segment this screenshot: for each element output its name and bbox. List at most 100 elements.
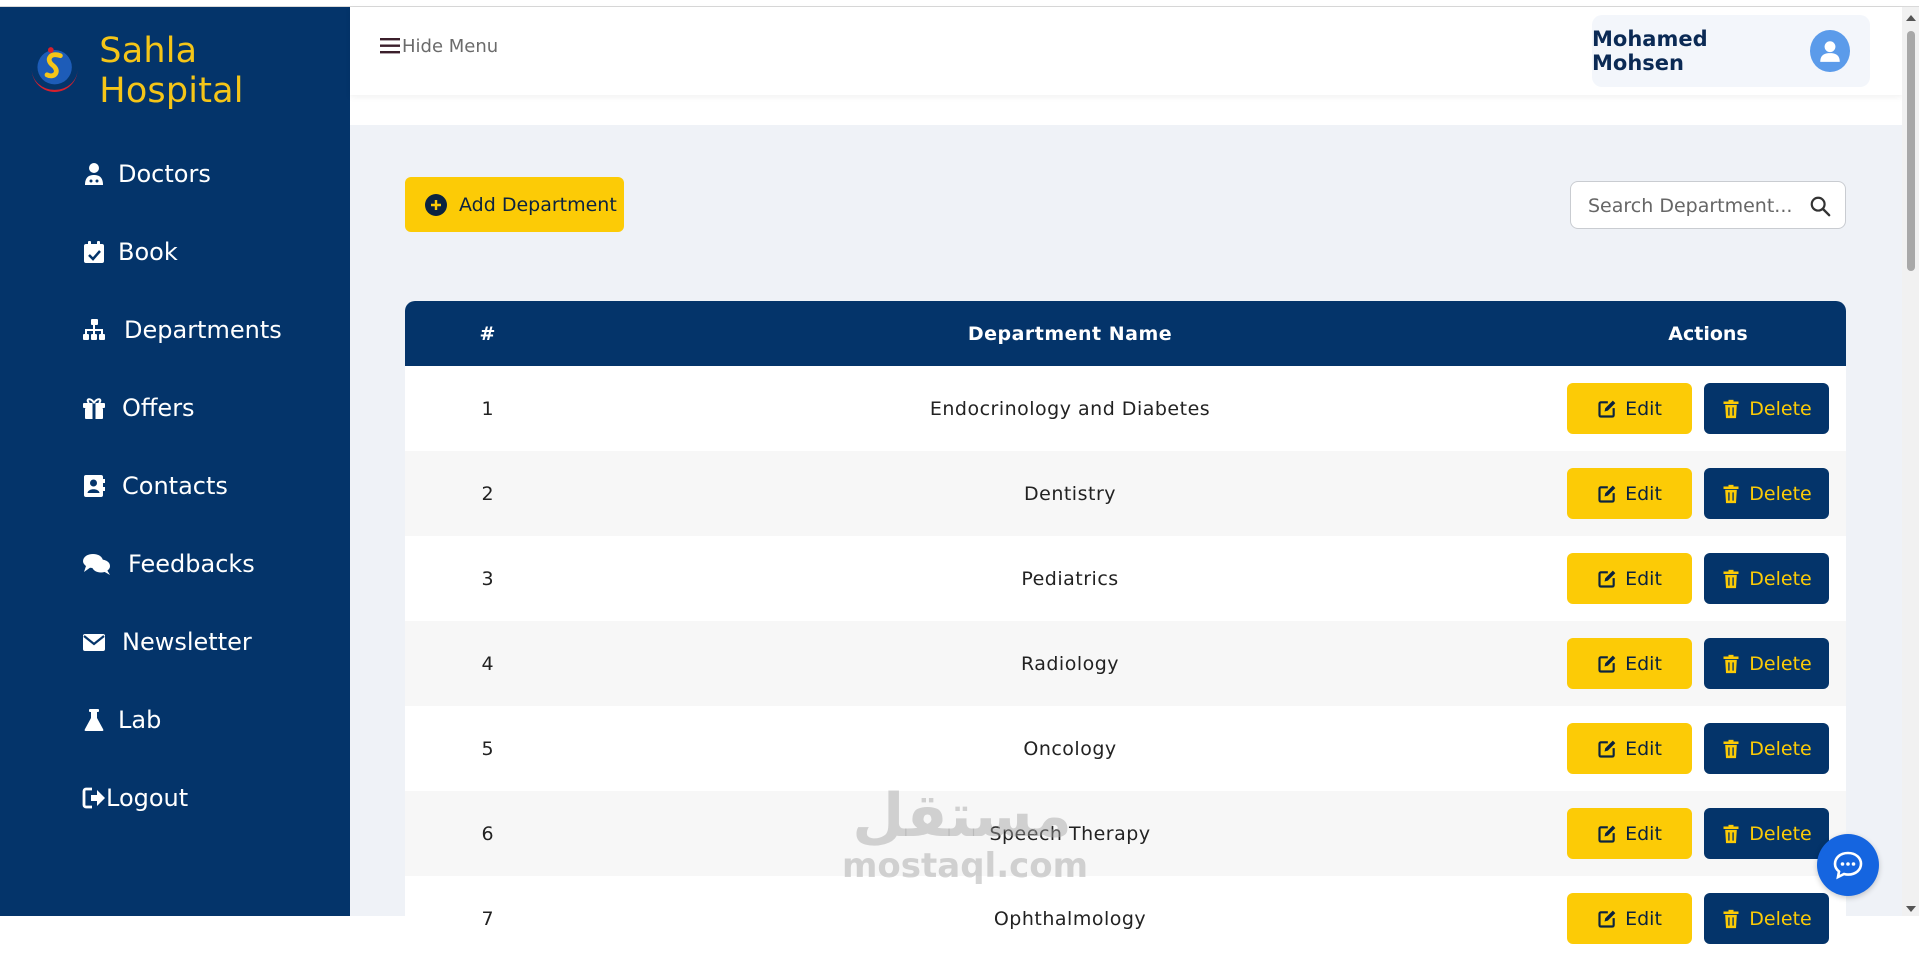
edit-label: Edit	[1625, 907, 1662, 930]
sidebar-item-label: Newsletter	[122, 628, 252, 656]
scroll-up-arrow[interactable]	[1906, 15, 1916, 21]
department-name: Pediatrics	[1021, 567, 1119, 590]
search-input[interactable]	[1586, 182, 1800, 230]
column-header-name: Department Name	[967, 322, 1173, 345]
edit-label: Edit	[1625, 482, 1662, 505]
edit-label: Edit	[1625, 822, 1662, 845]
edit-label: Edit	[1625, 567, 1662, 590]
row-number: 2	[481, 482, 494, 505]
edit-icon	[1598, 485, 1616, 503]
delete-label: Delete	[1749, 397, 1812, 420]
edit-button[interactable]: Edit	[1567, 553, 1692, 604]
page-scrollbar[interactable]	[1902, 7, 1919, 916]
main-content: Add Department # Department Name Actions…	[350, 125, 1902, 961]
sidebar-item-logout[interactable]: Logout	[82, 778, 188, 818]
avatar[interactable]	[1810, 30, 1850, 72]
delete-label: Delete	[1749, 482, 1812, 505]
row-number: 1	[481, 397, 494, 420]
sidebar-item-label: Doctors	[118, 160, 211, 188]
hide-menu-button[interactable]: Hide Menu	[380, 35, 498, 57]
trash-icon	[1723, 484, 1739, 503]
edit-button[interactable]: Edit	[1567, 638, 1692, 689]
calendar-check-icon	[84, 241, 104, 263]
delete-button[interactable]: Delete	[1704, 553, 1829, 604]
edit-icon	[1598, 740, 1616, 758]
brand[interactable]: Sahla Hospital	[26, 31, 350, 111]
department-name: Ophthalmology	[993, 907, 1147, 930]
table-row: 5 Oncology Edit Delete	[405, 706, 1846, 791]
sidebar-item-label: Feedbacks	[128, 550, 255, 578]
delete-label: Delete	[1749, 737, 1812, 760]
hospital-logo-icon	[31, 47, 78, 93]
department-name: Speech Therapy	[989, 822, 1151, 845]
delete-button[interactable]: Delete	[1704, 638, 1829, 689]
edit-button[interactable]: Edit	[1567, 808, 1692, 859]
delete-label: Delete	[1749, 567, 1812, 590]
plus-circle-icon	[425, 193, 447, 216]
row-number: 6	[481, 822, 494, 845]
gift-icon	[83, 398, 105, 419]
department-name: Endocrinology and Diabetes	[929, 397, 1211, 420]
row-number: 4	[481, 652, 494, 675]
edit-button[interactable]: Edit	[1567, 893, 1692, 944]
top-header: Hide Menu Mohamed Mohsen	[350, 7, 1902, 95]
scroll-down-arrow[interactable]	[1906, 906, 1916, 912]
sidebar-item-label: Departments	[124, 316, 282, 344]
chat-button[interactable]	[1817, 834, 1879, 896]
edit-button[interactable]: Edit	[1567, 468, 1692, 519]
edit-button[interactable]: Edit	[1567, 723, 1692, 774]
delete-button[interactable]: Delete	[1704, 468, 1829, 519]
sidebar-item-feedbacks[interactable]: Feedbacks	[82, 544, 255, 584]
app-title: Sahla Hospital	[99, 31, 244, 111]
edit-label: Edit	[1625, 652, 1662, 675]
sidebar-item-label: Contacts	[122, 472, 228, 500]
table-row: 4 Radiology Edit Delete	[405, 621, 1846, 706]
add-department-button[interactable]: Add Department	[405, 177, 624, 232]
department-name: Oncology	[1023, 737, 1117, 760]
trash-icon	[1723, 399, 1739, 418]
browser-top-edge	[0, 0, 1919, 7]
chat-bubble-icon	[1833, 851, 1863, 880]
sidebar-item-offers[interactable]: Offers	[82, 388, 195, 428]
search-icon[interactable]	[1809, 195, 1831, 217]
delete-button[interactable]: Delete	[1704, 808, 1829, 859]
edit-button[interactable]: Edit	[1567, 383, 1692, 434]
sidebar-item-contacts[interactable]: Contacts	[82, 466, 228, 506]
scroll-thumb[interactable]	[1907, 31, 1915, 271]
sign-out-icon	[82, 787, 105, 809]
delete-button[interactable]: Delete	[1704, 723, 1829, 774]
department-name: Dentistry	[1024, 482, 1116, 505]
search-box	[1570, 181, 1846, 230]
edit-label: Edit	[1625, 397, 1662, 420]
department-name: Radiology	[1020, 652, 1120, 675]
sidebar-item-book[interactable]: Book	[82, 232, 178, 272]
edit-icon	[1598, 655, 1616, 673]
sidebar-item-newsletter[interactable]: Newsletter	[82, 622, 252, 662]
sidebar-item-label: Offers	[122, 394, 195, 422]
departments-table: # Department Name Actions 1 Endocrinolog…	[405, 301, 1846, 961]
trash-icon	[1723, 654, 1739, 673]
row-number: 3	[481, 567, 494, 590]
trash-icon	[1723, 909, 1739, 928]
edit-icon	[1598, 570, 1616, 588]
sidebar-item-lab[interactable]: Lab	[82, 700, 161, 740]
row-number: 5	[481, 737, 494, 760]
sidebar-item-departments[interactable]: Departments	[82, 310, 282, 350]
table-header: # Department Name Actions	[405, 301, 1846, 366]
column-header-actions: Actions	[1668, 322, 1748, 345]
comments-icon	[83, 554, 110, 575]
user-profile[interactable]: Mohamed Mohsen	[1592, 15, 1870, 87]
edit-label: Edit	[1625, 737, 1662, 760]
delete-button[interactable]: Delete	[1704, 383, 1829, 434]
flask-icon	[84, 709, 104, 731]
sidebar-item-label: Lab	[118, 706, 162, 734]
sidebar-item-doctors[interactable]: Doctors	[82, 154, 211, 194]
sidebar-item-label: Logout	[106, 784, 189, 812]
delete-button[interactable]: Delete	[1704, 893, 1829, 944]
hamburger-icon	[380, 38, 400, 54]
table-row: 3 Pediatrics Edit Delete	[405, 536, 1846, 621]
envelope-icon	[83, 634, 105, 651]
sidebar: Sahla Hospital Doctors Book Departments …	[0, 7, 350, 916]
table-row: 7 Ophthalmology Edit Delete	[405, 876, 1846, 961]
row-number: 7	[481, 907, 494, 930]
